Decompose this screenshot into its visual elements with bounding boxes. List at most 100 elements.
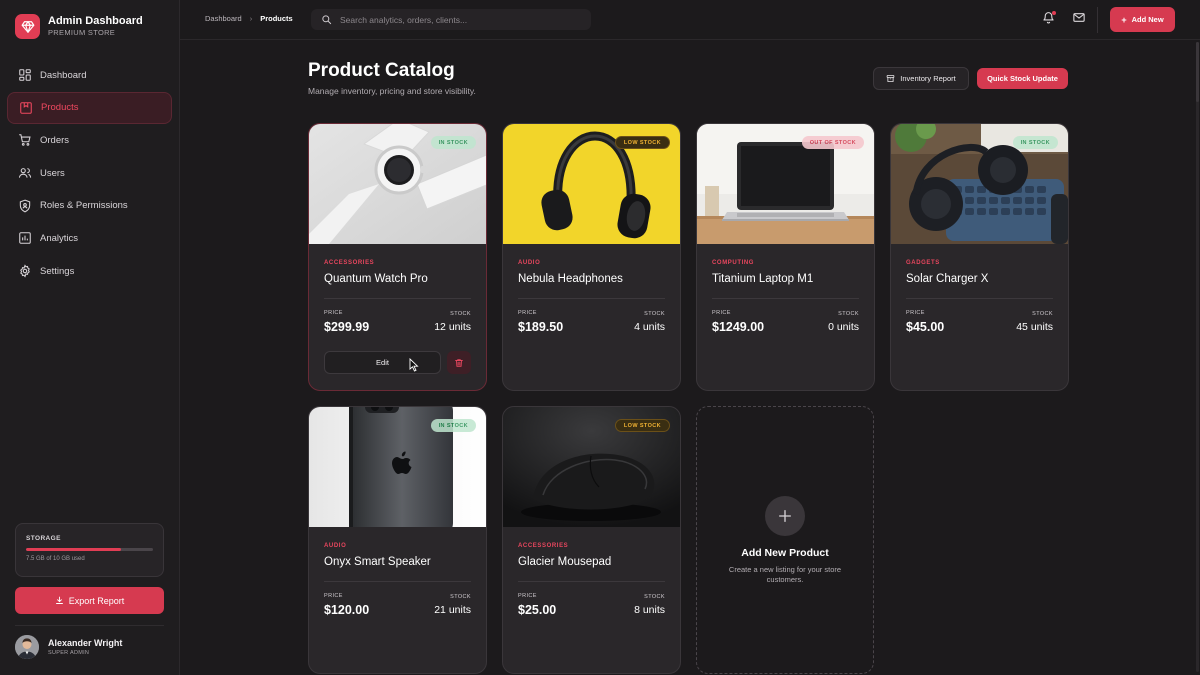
product-stock: 8 units <box>634 604 665 616</box>
stock-label: STOCK <box>450 594 471 600</box>
product-category: GADGETS <box>906 260 940 266</box>
product-card[interactable]: LOW STOCK ACCESSORIES Glacier Mousepad P… <box>502 406 681 674</box>
export-report-label: Export Report <box>68 595 125 606</box>
stock-label: STOCK <box>450 311 471 317</box>
brand-title: Admin Dashboard <box>48 15 143 27</box>
sidebar-item-settings[interactable]: Settings <box>7 255 172 287</box>
card-divider <box>518 581 665 582</box>
sidebar-item-label: Analytics <box>40 232 79 244</box>
breadcrumb-dashboard[interactable]: Dashboard <box>205 14 242 23</box>
avatar <box>15 635 39 659</box>
delete-button[interactable] <box>447 351 471 374</box>
sidebar-item-label: Orders <box>40 134 70 146</box>
product-category: ACCESSORIES <box>518 543 569 549</box>
breadcrumb: Dashboard › Products <box>205 14 293 23</box>
price-label: PRICE <box>324 593 343 599</box>
sidebar-item-users[interactable]: Users <box>7 157 172 189</box>
product-card[interactable]: IN STOCK GADGETS Solar Charger X PRICE $… <box>890 123 1069 391</box>
product-stock: 21 units <box>434 604 471 616</box>
sidebar: Admin Dashboard PREMIUM STORE Dashboard … <box>0 0 180 675</box>
chart-icon <box>19 232 31 245</box>
download-icon <box>55 596 63 604</box>
notifications-button[interactable] <box>1042 11 1056 24</box>
sidebar-item-label: Roles & Permissions <box>40 200 128 212</box>
product-card[interactable]: IN STOCK AUDIO Onyx Smart Speaker PRICE … <box>308 406 487 674</box>
product-card[interactable]: OUT OF STOCK COMPUTING Titanium Laptop M… <box>696 123 875 391</box>
stock-label: STOCK <box>838 311 859 317</box>
product-category: AUDIO <box>518 260 541 266</box>
product-price: $189.50 <box>518 320 564 334</box>
price-label: PRICE <box>518 310 537 316</box>
inventory-report-label: Inventory Report <box>900 74 956 83</box>
product-stock: 12 units <box>434 321 471 333</box>
sidebar-item-analytics[interactable]: Analytics <box>7 222 172 254</box>
sidebar-divider <box>15 625 164 626</box>
add-new-label: Add New <box>1131 15 1164 24</box>
sidebar-item-label: Dashboard <box>40 69 87 81</box>
search-input[interactable] <box>340 14 570 25</box>
product-price: $25.00 <box>518 603 557 617</box>
product-category: ACCESSORIES <box>324 260 375 266</box>
search-bar[interactable] <box>311 9 591 30</box>
topbar-divider <box>1097 7 1098 33</box>
edit-label: Edit <box>376 358 389 367</box>
trash-icon <box>455 358 463 367</box>
add-new-product-title: Add New Product <box>741 547 829 559</box>
add-new-button[interactable]: + Add New <box>1110 7 1175 32</box>
sidebar-item-products[interactable]: Products <box>7 91 172 124</box>
card-divider <box>712 298 859 299</box>
sidebar-item-roles[interactable]: Roles & Permissions <box>7 190 172 222</box>
notification-dot <box>1052 11 1056 15</box>
status-badge: LOW STOCK <box>614 419 670 432</box>
brand-subtitle: PREMIUM STORE <box>48 28 116 37</box>
product-category: AUDIO <box>324 543 347 549</box>
product-price: $1249.00 <box>712 320 765 334</box>
product-name: Solar Charger X <box>906 273 989 285</box>
brand[interactable]: Admin Dashboard PREMIUM STORE <box>15 14 143 39</box>
price-label: PRICE <box>906 310 925 316</box>
user-profile[interactable]: Alexander Wright SUPER ADMIN <box>15 635 122 659</box>
plus-icon: + <box>1121 14 1127 25</box>
cart-icon <box>19 134 31 147</box>
card-divider <box>906 298 1053 299</box>
stock-label: STOCK <box>644 594 665 600</box>
product-card[interactable]: LOW STOCK AUDIO Nebula Headphones PRICE … <box>502 123 681 391</box>
storage-progress-bar <box>26 548 153 551</box>
chevron-right-icon: › <box>249 14 253 23</box>
export-report-button[interactable]: Export Report <box>15 587 164 614</box>
sidebar-item-orders[interactable]: Orders <box>7 124 172 156</box>
user-name: Alexander Wright <box>48 638 123 648</box>
page-title: Product Catalog <box>308 60 455 81</box>
sidebar-item-label: Products <box>41 102 79 114</box>
price-label: PRICE <box>518 593 537 599</box>
sidebar-item-dashboard[interactable]: Dashboard <box>7 59 172 91</box>
storage-usage-text: 7.5 GB of 10 GB used <box>26 556 85 562</box>
box-icon <box>20 101 32 114</box>
price-label: PRICE <box>324 310 343 316</box>
users-icon <box>18 168 32 178</box>
shield-icon <box>19 199 31 213</box>
messages-button[interactable] <box>1072 11 1086 24</box>
archive-icon <box>886 75 895 82</box>
add-new-product-card[interactable]: Add New Product Create a new listing for… <box>696 406 874 674</box>
card-divider <box>324 581 471 582</box>
status-badge: IN STOCK <box>430 136 476 149</box>
edit-button[interactable]: Edit <box>324 351 441 374</box>
inventory-report-button[interactable]: Inventory Report <box>873 67 969 90</box>
status-badge: LOW STOCK <box>614 136 670 149</box>
quick-stock-update-button[interactable]: Quick Stock Update <box>977 68 1068 89</box>
product-card[interactable]: IN STOCK ACCESSORIES Quantum Watch Pro P… <box>308 123 487 391</box>
storage-widget: STORAGE 7.5 GB of 10 GB used <box>15 523 164 577</box>
storage-progress-fill <box>26 548 122 551</box>
add-new-product-description: Create a new listing for your store cust… <box>728 565 842 584</box>
product-stock: 45 units <box>1016 321 1053 333</box>
quick-stock-update-label: Quick Stock Update <box>987 74 1058 83</box>
product-name: Nebula Headphones <box>518 273 623 285</box>
sidebar-item-label: Users <box>40 167 65 179</box>
card-divider <box>324 298 471 299</box>
sidebar-nav: Dashboard Products Orders Users Roles & … <box>7 59 172 288</box>
scrollbar[interactable] <box>1196 42 1199 672</box>
product-name: Quantum Watch Pro <box>324 273 428 285</box>
product-price: $299.99 <box>324 320 370 334</box>
gear-icon <box>20 264 30 278</box>
